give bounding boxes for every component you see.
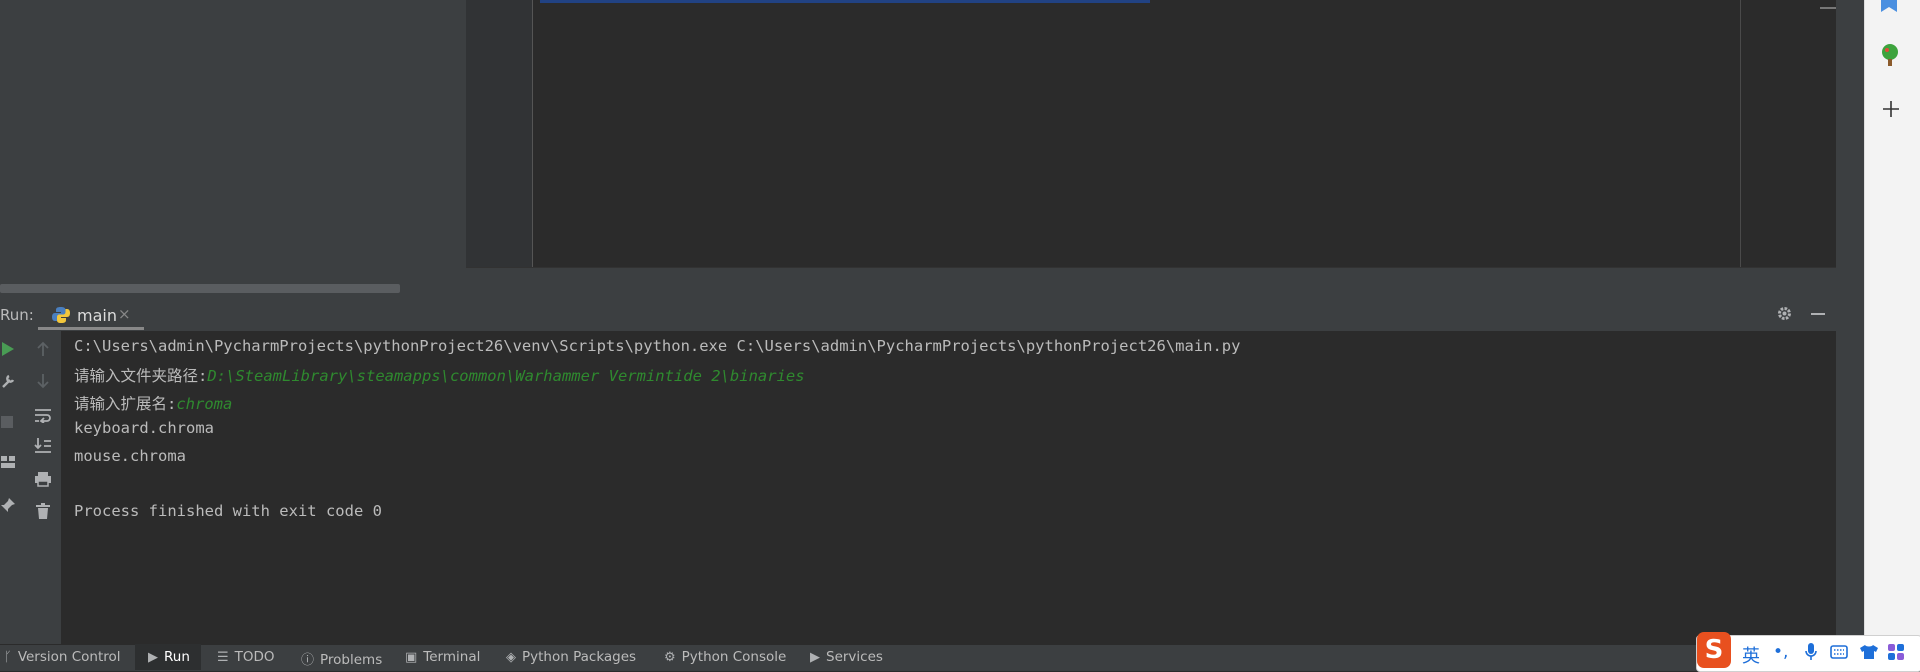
services-tab[interactable]: ▶ Services bbox=[810, 649, 883, 665]
run-tab-underline bbox=[38, 327, 144, 330]
prompt-text: 请输入扩展名: bbox=[74, 395, 177, 413]
editor-gutter bbox=[466, 0, 533, 267]
tool-window-bar bbox=[0, 644, 1920, 671]
console-line-path-prompt: 请输入文件夹路径:D:\SteamLibrary\steamapps\commo… bbox=[74, 364, 805, 386]
editor-scroll-marker[interactable] bbox=[1820, 7, 1836, 9]
python-packages-label: Python Packages bbox=[522, 649, 637, 665]
trash-icon[interactable] bbox=[36, 503, 50, 520]
console-exit-message: Process finished with exit code 0 bbox=[74, 502, 382, 520]
list-icon: ☰ bbox=[217, 650, 229, 665]
right-tool-strip bbox=[1836, 0, 1864, 644]
run-label: Run bbox=[164, 649, 190, 665]
services-icon: ▶ bbox=[810, 650, 820, 665]
print-icon[interactable] bbox=[34, 471, 52, 487]
user-input-ext: chroma bbox=[176, 395, 233, 413]
run-window-header bbox=[0, 297, 1836, 332]
console-result-line: mouse.chroma bbox=[74, 447, 186, 465]
tree-icon[interactable] bbox=[1878, 42, 1902, 68]
rerun-icon[interactable] bbox=[1, 341, 15, 357]
scroll-to-end-icon[interactable] bbox=[34, 437, 52, 455]
console-toolbar bbox=[26, 331, 62, 644]
code-editor[interactable] bbox=[466, 0, 1836, 267]
project-panel-scrollbar[interactable] bbox=[0, 284, 400, 293]
layout-icon[interactable] bbox=[0, 455, 16, 469]
terminal-tab[interactable]: ▣ Terminal bbox=[405, 649, 480, 665]
editor-right-margin bbox=[1740, 0, 1741, 267]
play-icon: ▶ bbox=[148, 650, 158, 665]
version-control-tab[interactable]: ᚴ Version Control bbox=[4, 649, 121, 665]
layers-icon: ◈ bbox=[506, 650, 516, 665]
prompt-text: 请输入文件夹路径: bbox=[74, 367, 208, 385]
python-console-label: Python Console bbox=[681, 649, 787, 665]
skin-shirt-icon[interactable] bbox=[1859, 644, 1879, 660]
console-result-line: keyboard.chroma bbox=[74, 419, 214, 437]
project-panel bbox=[0, 0, 466, 297]
sogou-logo[interactable]: S bbox=[1697, 632, 1731, 668]
editor-bottom-bar bbox=[466, 267, 1836, 298]
pin-icon[interactable] bbox=[0, 497, 16, 513]
problems-label: Problems bbox=[320, 652, 383, 668]
python-packages-tab[interactable]: ◈ Python Packages bbox=[506, 649, 636, 665]
console-line-ext-prompt: 请输入扩展名:chroma bbox=[74, 392, 232, 414]
run-tab-label[interactable]: main bbox=[77, 306, 117, 325]
arrow-up-icon[interactable] bbox=[36, 341, 50, 357]
run-window-label: Run: bbox=[0, 306, 34, 324]
services-label: Services bbox=[826, 649, 883, 665]
keyboard-icon[interactable] bbox=[1830, 645, 1848, 659]
version-control-label: Version Control bbox=[17, 649, 121, 665]
minimize-icon[interactable] bbox=[1810, 306, 1826, 322]
terminal-label: Terminal bbox=[423, 649, 481, 665]
console-command-line: C:\Users\admin\PycharmProjects\pythonPro… bbox=[74, 337, 1241, 355]
terminal-icon: ▣ bbox=[405, 650, 418, 665]
browser-sidebar bbox=[1864, 0, 1920, 644]
python-console-icon: ⚙ bbox=[664, 650, 676, 665]
gear-icon[interactable] bbox=[1776, 305, 1793, 322]
microphone-icon[interactable] bbox=[1804, 642, 1818, 662]
python-icon bbox=[52, 307, 70, 323]
bookmark-icon[interactable] bbox=[1877, 0, 1901, 14]
info-icon: ⓘ bbox=[301, 653, 315, 668]
ime-language-toggle[interactable]: 英 bbox=[1742, 642, 1760, 668]
python-console-tab[interactable]: ⚙ Python Console bbox=[664, 649, 786, 665]
todo-label: TODO bbox=[234, 649, 275, 665]
problems-tab[interactable]: ⓘ Problems bbox=[301, 649, 382, 668]
branch-icon: ᚴ bbox=[4, 650, 12, 665]
add-icon[interactable] bbox=[1882, 100, 1900, 118]
close-tab-icon[interactable]: × bbox=[118, 305, 131, 323]
todo-tab[interactable]: ☰ TODO bbox=[217, 649, 275, 665]
punctuation-icon[interactable]: •, bbox=[1773, 642, 1788, 662]
editor-selection-highlight bbox=[540, 0, 1150, 3]
run-left-toolbar bbox=[0, 331, 27, 644]
run-tool-tab[interactable]: ▶ Run bbox=[148, 649, 190, 665]
toolbox-grid-icon[interactable] bbox=[1887, 643, 1905, 661]
stop-icon[interactable] bbox=[0, 415, 14, 429]
user-input-path: D:\SteamLibrary\steamapps\common\Warhamm… bbox=[207, 367, 805, 385]
wrench-icon[interactable] bbox=[0, 373, 16, 389]
soft-wrap-icon[interactable] bbox=[34, 407, 52, 423]
arrow-down-icon[interactable] bbox=[36, 373, 50, 389]
